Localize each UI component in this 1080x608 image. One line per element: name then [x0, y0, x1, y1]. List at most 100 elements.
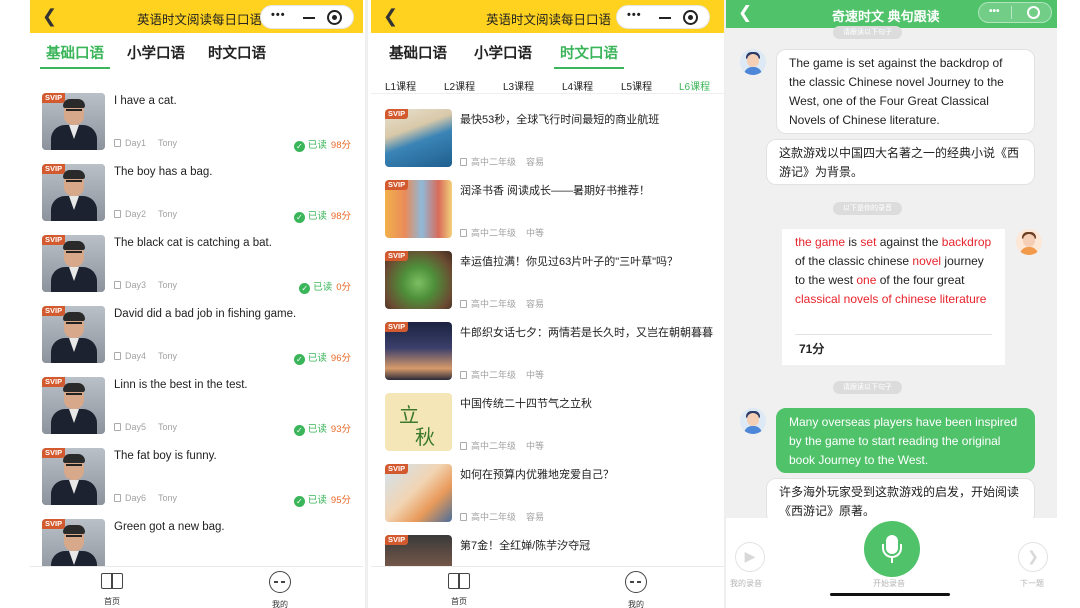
check-icon: ✓	[299, 283, 311, 294]
recording-result-card[interactable]: the game is set against the backdrop of …	[782, 229, 1005, 365]
svip-badge: SVIP	[42, 306, 66, 316]
more-dots-icon[interactable]: •••	[627, 9, 642, 21]
read-status-label: 已读	[307, 495, 327, 506]
nav-mine[interactable]: 我的	[260, 571, 300, 608]
article-thumbnail: SVIP	[385, 322, 452, 380]
lesson-list-item[interactable]: SVIP David did a bad job in fishing game.…	[30, 306, 363, 376]
tab-primary-speaking[interactable]: 小学口语	[474, 42, 532, 63]
tab-basic-speaking[interactable]: 基础口语	[389, 42, 447, 63]
close-target-icon[interactable]	[683, 10, 698, 25]
article-thumbnail: SVIP	[385, 109, 452, 167]
article-list-item[interactable]: SVIP 幸运值拉满！你见过63片叶子的"三叶草"吗？ 高中二年级 容易	[371, 251, 724, 321]
lesson-list-item[interactable]: SVIP I have a cat. Day1 Tony ✓ 已读 98分	[30, 93, 363, 163]
calendar-icon	[460, 442, 467, 450]
calendar-icon	[114, 139, 121, 147]
svip-badge: SVIP	[385, 180, 409, 190]
play-my-recording-button[interactable]: ▶	[735, 542, 765, 572]
lesson-list-item[interactable]: SVIP The boy has a bag. Day2 Tony ✓ 已读 98分	[30, 164, 363, 234]
thumbnail-char: 秋	[415, 425, 435, 449]
score-value: 98分	[330, 140, 351, 151]
article-grade: 高中二年级	[471, 157, 517, 167]
more-dots-icon[interactable]: •••	[271, 9, 286, 21]
calendar-icon	[114, 281, 121, 289]
check-icon: ✓	[293, 425, 305, 436]
read-status: ✓ 已读 0分	[299, 279, 351, 294]
lesson-sentence: David did a bad job in fishing game.	[114, 308, 297, 320]
lesson-sentence: The black cat is catching a bat.	[114, 237, 272, 249]
article-list-item[interactable]: SVIP 润泽书香 阅读成长——暑期好书推荐！ 高中二年级 中等	[371, 180, 724, 250]
svip-badge: SVIP	[42, 235, 66, 245]
nav-home[interactable]: 首页	[92, 571, 132, 607]
user-avatar	[1016, 229, 1042, 255]
article-list-item[interactable]: 立秋中国传统二十四节气之立秋 高中二年级 中等	[371, 393, 724, 463]
article-list-item[interactable]: SVIP 如何在预算内优雅地宠爱自己？ 高中二年级 容易	[371, 464, 724, 534]
lesson-tab-l4[interactable]: L4课程	[562, 78, 593, 93]
article-title: 润泽书香 阅读成长——暑期好书推荐！	[460, 185, 651, 197]
read-status: ✓ 已读 95分	[293, 492, 351, 507]
svip-badge: SVIP	[385, 535, 409, 545]
lesson-tabs: L1课程 L2课程 L3课程 L4课程 L5课程 L6课程	[371, 78, 724, 94]
minimize-icon[interactable]	[659, 17, 671, 19]
article-title: 牛郎织女话七夕：两情若是长久时，又岂在朝朝暮暮	[460, 327, 713, 339]
tab-news-speaking[interactable]: 时文口语	[208, 42, 266, 63]
page-title: 奇速时文 典句跟读	[832, 9, 940, 24]
back-arrow-icon[interactable]: ❮	[738, 3, 752, 23]
article-list-item[interactable]: SVIP 牛郎织女话七夕：两情若是长久时，又岂在朝朝暮暮 高中二年级 中等	[371, 322, 724, 392]
article-thumbnail: SVIP	[385, 464, 452, 522]
svip-badge: SVIP	[42, 164, 66, 174]
mispronounced-word: set	[860, 235, 877, 249]
calendar-icon	[114, 352, 121, 360]
lesson-tab-l3[interactable]: L3课程	[503, 78, 534, 93]
sentence-bubble-en: The game is set against the backdrop of …	[776, 49, 1035, 134]
lesson-tab-l6[interactable]: L6课程	[679, 78, 710, 93]
start-recording-button[interactable]	[864, 521, 920, 577]
lesson-meta: Day1 Tony	[114, 138, 177, 148]
read-status-label: 已读	[307, 211, 327, 222]
mispronounced-word: the game	[795, 235, 846, 249]
lesson-list-item[interactable]: SVIP The fat boy is funny. Day6 Tony ✓ 已读 95分	[30, 448, 363, 518]
home-indicator	[830, 593, 950, 596]
recording-hint-label: 以下是你的录音	[833, 202, 902, 215]
lesson-tab-l2[interactable]: L2课程	[444, 78, 475, 93]
calendar-icon	[460, 300, 467, 308]
calendar-icon	[114, 210, 121, 218]
article-difficulty: 中等	[526, 441, 545, 451]
calendar-icon	[460, 513, 467, 521]
more-dots-icon[interactable]: •••	[989, 6, 1000, 17]
nav-home[interactable]: 首页	[439, 571, 479, 607]
mispronounced-word: one	[856, 273, 877, 287]
tab-primary-speaking[interactable]: 小学口语	[127, 42, 185, 63]
recording-controls: ▶ 我的录音 开始录音 ❯ 下一题	[726, 518, 1057, 608]
app-header: ❮ 英语时文阅读每日口语 •••	[371, 0, 724, 33]
article-title: 第7金！全红婵/陈芋汐夺冠	[460, 540, 591, 552]
lesson-list-item[interactable]: SVIP The black cat is catching a bat. Day3…	[30, 235, 363, 305]
article-meta: 高中二年级 中等	[460, 368, 544, 381]
lesson-list-item[interactable]: SVIP Linn is the best in the test. Day5 Ton…	[30, 377, 363, 447]
article-list-item[interactable]: SVIP 最快53秒，全球飞行时间最短的商业航班 高中二年级 容易	[371, 109, 724, 179]
svip-badge: SVIP	[42, 93, 66, 103]
lesson-tab-l1[interactable]: L1课程	[385, 78, 416, 93]
current-sentence-bubble-en: Many overseas players have been inspired…	[776, 408, 1035, 473]
score-value: 96分	[330, 353, 351, 364]
tab-news-speaking[interactable]: 时文口语	[554, 42, 624, 69]
teacher-photo: SVIP	[42, 235, 105, 292]
back-arrow-icon[interactable]: ❮	[42, 6, 57, 27]
follow-reading-panel: ❮ 奇速时文 典句跟读 ••• 请跟读以下句子 The game is set …	[726, 0, 1057, 608]
article-meta: 高中二年级 中等	[460, 439, 544, 452]
close-target-icon[interactable]	[1027, 6, 1040, 19]
lesson-meta: Day3 Tony	[114, 280, 177, 290]
svip-badge: SVIP	[42, 448, 66, 458]
teacher-avatar	[740, 408, 766, 434]
lesson-tab-l5[interactable]: L5课程	[621, 78, 652, 93]
nav-mine[interactable]: 我的	[616, 571, 656, 608]
back-arrow-icon[interactable]: ❮	[383, 6, 398, 27]
tab-basic-speaking[interactable]: 基础口语	[40, 42, 110, 69]
next-question-button[interactable]: ❯	[1018, 542, 1048, 572]
miniprogram-capsule: •••	[978, 2, 1052, 23]
minimize-icon[interactable]	[303, 17, 315, 19]
close-target-icon[interactable]	[327, 10, 342, 25]
read-status-label: 已读	[307, 424, 327, 435]
lesson-meta: Day4 Tony	[114, 351, 177, 361]
nav-mine-label: 我的	[272, 600, 288, 608]
check-icon: ✓	[293, 212, 305, 223]
